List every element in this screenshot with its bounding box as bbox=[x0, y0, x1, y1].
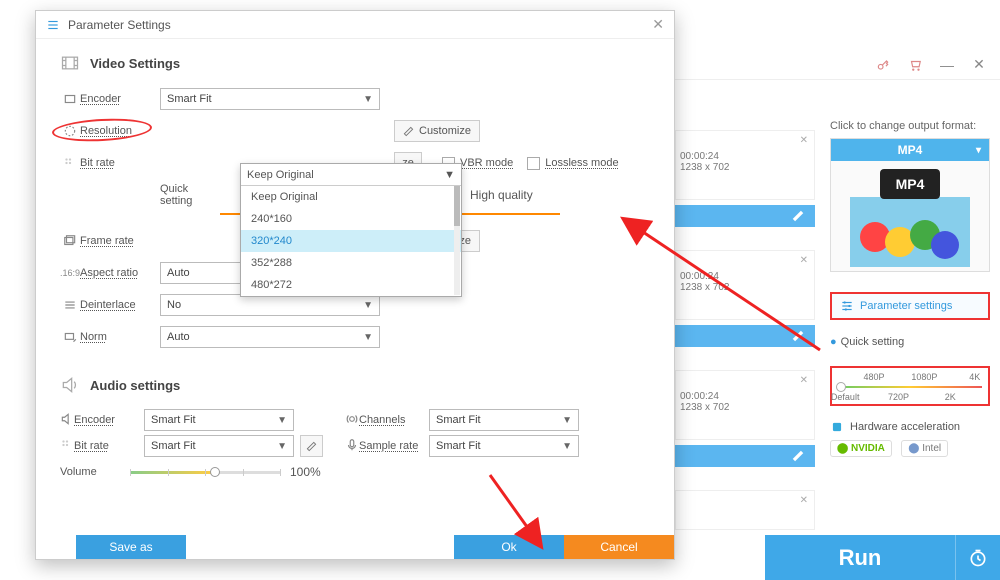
channels-icon bbox=[345, 412, 359, 429]
run-bar: Run bbox=[765, 535, 1000, 580]
dialog-title: Parameter Settings bbox=[68, 18, 171, 32]
item-duration: 00:00:24 bbox=[680, 271, 810, 282]
quick-setting-slider[interactable]: 480P 1080P 4K Default 720P 2K bbox=[830, 366, 990, 406]
encoder-label: Encoder bbox=[80, 93, 160, 105]
mp4-badge: MP4 bbox=[880, 169, 940, 199]
norm-label: Norm bbox=[80, 331, 160, 343]
audio-bitrate-edit[interactable] bbox=[300, 435, 323, 457]
framerate-label: Frame rate bbox=[80, 235, 160, 247]
format-name: MP4 bbox=[898, 143, 923, 157]
item-close-icon[interactable]: ✕ bbox=[800, 375, 808, 386]
resolution-option[interactable]: 352*288 bbox=[241, 252, 461, 274]
dialog-footer: Save as Ok Cancel bbox=[36, 535, 674, 559]
settings-icon bbox=[46, 18, 60, 32]
main-window-titlebar: — ✕ bbox=[675, 50, 1000, 80]
output-label: Click to change output format: bbox=[830, 120, 990, 132]
parameter-settings-button[interactable]: Parameter settings bbox=[830, 292, 990, 320]
item-close-icon[interactable]: ✕ bbox=[800, 495, 808, 506]
video-settings-header: Video Settings bbox=[60, 53, 650, 73]
ok-button[interactable]: Ok bbox=[454, 535, 564, 559]
encoder-select[interactable]: Smart Fit ▼ bbox=[160, 88, 380, 110]
audio-encoder-select[interactable]: Smart Fit▼ bbox=[144, 409, 294, 431]
aspect-icon: .16:9 bbox=[60, 268, 80, 278]
resolution-dropdown-selected[interactable]: Keep Original▼ bbox=[241, 164, 461, 186]
volume-slider[interactable] bbox=[130, 466, 280, 478]
item-resolution: 1238 x 702 bbox=[680, 402, 810, 413]
lossless-mode-checkbox[interactable]: Lossless mode bbox=[527, 157, 618, 170]
audio-encoder-label: Encoder bbox=[74, 414, 144, 426]
key-icon[interactable] bbox=[876, 58, 890, 72]
norm-select[interactable]: Auto ▼ bbox=[160, 326, 380, 348]
edit-icon[interactable] bbox=[791, 449, 805, 463]
cart-icon[interactable] bbox=[908, 58, 922, 72]
hardware-acceleration-toggle[interactable]: Hardware acceleration bbox=[830, 420, 990, 434]
bitrate-label: Bit rate bbox=[80, 157, 160, 169]
item-resolution: 1238 x 702 bbox=[680, 162, 810, 173]
deinterlace-icon bbox=[60, 298, 80, 312]
encoder-icon bbox=[60, 92, 80, 106]
cancel-button[interactable]: Cancel bbox=[564, 535, 674, 559]
audio-encoder-icon bbox=[60, 412, 74, 429]
item-close-icon[interactable]: ✕ bbox=[800, 135, 808, 146]
resolution-option-selected[interactable]: 320*240 bbox=[241, 230, 461, 252]
samplerate-select[interactable]: Smart Fit▼ bbox=[429, 435, 579, 457]
item-action-bar bbox=[675, 445, 815, 467]
audio-settings-header: Audio settings bbox=[60, 375, 650, 395]
framerate-icon bbox=[60, 234, 80, 248]
norm-icon bbox=[60, 330, 80, 344]
format-thumbnail: MP4 bbox=[831, 161, 989, 271]
parameter-settings-dialog: Parameter Settings ✕ Video Settings Enco… bbox=[35, 10, 675, 560]
item-action-bar bbox=[675, 325, 815, 347]
media-item: ✕ 00:00:24 1238 x 702 bbox=[675, 370, 815, 440]
run-button[interactable]: Run bbox=[765, 535, 955, 580]
audio-bitrate-icon bbox=[60, 438, 74, 455]
edit-icon[interactable] bbox=[791, 329, 805, 343]
item-action-bar bbox=[675, 205, 815, 227]
media-item: ✕ 00:00:24 1238 x 702 bbox=[675, 250, 815, 320]
resolution-option[interactable]: 240*160 bbox=[241, 208, 461, 230]
dialog-close-icon[interactable]: ✕ bbox=[652, 16, 664, 33]
bitrate-icon bbox=[60, 156, 80, 170]
save-as-button[interactable]: Save as bbox=[76, 535, 186, 559]
audio-bitrate-select[interactable]: Smart Fit▼ bbox=[144, 435, 294, 457]
item-close-icon[interactable]: ✕ bbox=[800, 255, 808, 266]
deinterlace-select[interactable]: No ▼ bbox=[160, 294, 380, 316]
close-button[interactable]: ✕ bbox=[972, 58, 986, 72]
caret-down-icon: ▼ bbox=[363, 94, 373, 105]
samplerate-label: Sample rate bbox=[359, 440, 429, 452]
dialog-titlebar: Parameter Settings ✕ bbox=[36, 11, 674, 39]
nvidia-chip: ⬤ NVIDIA bbox=[830, 440, 892, 457]
channels-label: Channels bbox=[359, 414, 429, 426]
item-resolution: 1238 x 702 bbox=[680, 282, 810, 293]
samplerate-icon bbox=[345, 438, 359, 455]
edit-icon[interactable] bbox=[791, 209, 805, 223]
channels-select[interactable]: Smart Fit▼ bbox=[429, 409, 579, 431]
dropdown-scrollbar[interactable] bbox=[454, 186, 460, 295]
quick-setting-label: Quick setting bbox=[160, 183, 220, 207]
resolution-option[interactable]: 480*272 bbox=[241, 274, 461, 296]
volume-label: Volume bbox=[60, 466, 130, 478]
resolution-highlight bbox=[51, 116, 152, 143]
resolution-dropdown[interactable]: Keep Original▼ Keep Original 240*160 320… bbox=[240, 163, 462, 297]
item-duration: 00:00:24 bbox=[680, 151, 810, 162]
item-duration: 00:00:24 bbox=[680, 391, 810, 402]
output-panel: Click to change output format: MP4 ▾ MP4… bbox=[830, 120, 990, 457]
schedule-icon[interactable] bbox=[955, 535, 1000, 580]
media-item: ✕ bbox=[675, 490, 815, 530]
format-card[interactable]: MP4 ▾ MP4 bbox=[830, 138, 990, 272]
deinterlace-label: Deinterlace bbox=[80, 299, 160, 311]
media-item: ✕ 00:00:24 1238 x 702 bbox=[675, 130, 815, 200]
aspect-label: Aspect ratio bbox=[80, 267, 160, 279]
caret-down-icon: ▾ bbox=[976, 145, 981, 156]
minimize-button[interactable]: — bbox=[940, 58, 954, 72]
customize-resolution-button[interactable]: Customize bbox=[394, 120, 480, 142]
intel-chip: ⬤ Intel bbox=[901, 440, 948, 457]
quick-setting-label: ●Quick setting bbox=[830, 336, 990, 348]
volume-value: 100% bbox=[290, 465, 321, 479]
audio-bitrate-label: Bit rate bbox=[74, 440, 144, 452]
high-quality-label: High quality bbox=[470, 188, 533, 202]
resolution-option[interactable]: Keep Original bbox=[241, 186, 461, 208]
